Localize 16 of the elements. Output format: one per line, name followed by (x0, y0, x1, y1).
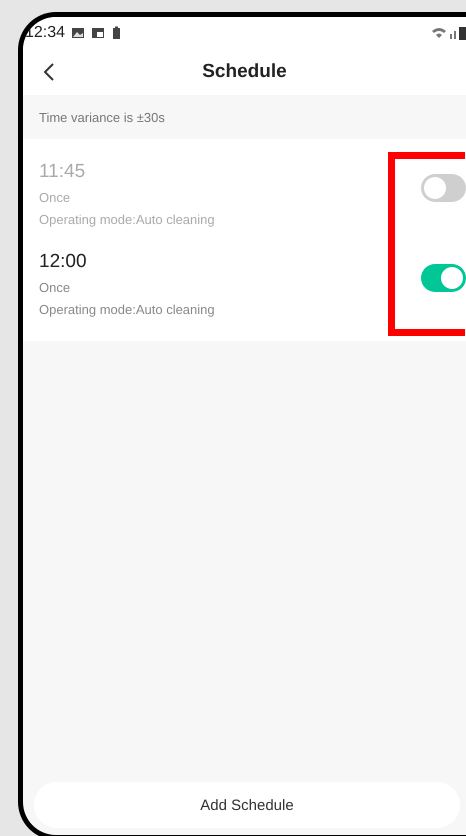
toggle-switch[interactable] (421, 264, 466, 292)
schedule-time: 11:45 (39, 161, 86, 183)
battery-icon (111, 26, 122, 40)
schedule-repeat: Once (39, 190, 72, 205)
image-icon (71, 26, 86, 40)
toggle-switch[interactable] (421, 174, 466, 202)
wifi-signal-icon (430, 26, 466, 40)
schedule-mode: Operating mode:Auto cleaning (39, 212, 216, 227)
app-icon (91, 26, 106, 40)
notice-text: Time variance is ±30s (39, 110, 165, 124)
add-schedule-button[interactable]: Add Schedule (34, 782, 460, 828)
page-title: Schedule (202, 61, 287, 83)
schedule-repeat: Once (39, 280, 72, 295)
back-chevron-icon (43, 62, 55, 82)
schedule-mode: Operating mode:Auto cleaning (39, 302, 216, 317)
schedule-time: 12:00 (39, 251, 88, 273)
